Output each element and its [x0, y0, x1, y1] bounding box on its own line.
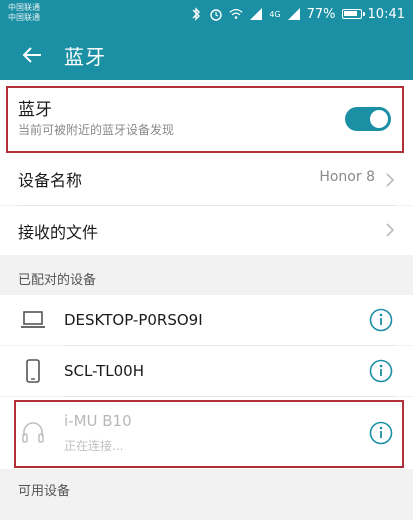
- info-icon[interactable]: [369, 359, 393, 383]
- network-type: 4G: [269, 9, 281, 19]
- highlight-box-bluetooth: [6, 86, 404, 153]
- clock: 10:41: [367, 6, 405, 22]
- carrier-1: 中国联通: [8, 3, 40, 12]
- back-arrow-icon[interactable]: [20, 43, 44, 67]
- battery-percent: 77%: [306, 6, 336, 22]
- chevron-right-icon: [386, 223, 395, 237]
- wifi-icon: [229, 7, 243, 21]
- available-devices-title: 可用设备: [18, 484, 71, 499]
- paired-device-row[interactable]: DESKTOP-P0RSO9I: [0, 295, 413, 345]
- paired-devices-title: 已配对的设备: [18, 273, 97, 288]
- device-name: DESKTOP-P0RSO9I: [64, 311, 203, 329]
- device-name: SCL-TL00H: [64, 362, 145, 380]
- signal-icon: [249, 7, 263, 21]
- carrier-info: 中国联通 中国联通: [8, 3, 40, 23]
- device-name-row[interactable]: 设备名称 Honor 8: [0, 155, 413, 205]
- device-name-value: Honor 8: [319, 169, 375, 185]
- bluetooth-icon: [189, 7, 203, 21]
- highlight-box-device: [14, 400, 404, 468]
- title-bar: 蓝牙: [0, 30, 413, 80]
- status-icons: 4G 77% 10:41: [189, 6, 405, 22]
- signal-icon-2: [287, 7, 301, 21]
- received-files-row[interactable]: 接收的文件: [0, 206, 413, 255]
- paired-device-row[interactable]: SCL-TL00H: [0, 346, 413, 396]
- status-bar: 中国联通 中国联通 4G 77% 10:41: [0, 0, 413, 30]
- carrier-2: 中国联通: [8, 13, 40, 22]
- available-devices-header: 可用设备: [0, 470, 413, 520]
- laptop-icon: [21, 311, 45, 328]
- app-header: 中国联通 中国联通 4G 77% 10:41 蓝牙: [0, 0, 413, 80]
- alarm-icon: [209, 7, 223, 21]
- chevron-right-icon: [386, 173, 395, 187]
- received-files-label: 接收的文件: [18, 223, 99, 242]
- page-title: 蓝牙: [64, 44, 106, 69]
- phone-icon: [26, 359, 40, 383]
- info-icon[interactable]: [369, 308, 393, 332]
- device-name-label: 设备名称: [18, 171, 83, 190]
- paired-devices-header: 已配对的设备: [0, 259, 413, 295]
- battery-icon: [341, 9, 365, 19]
